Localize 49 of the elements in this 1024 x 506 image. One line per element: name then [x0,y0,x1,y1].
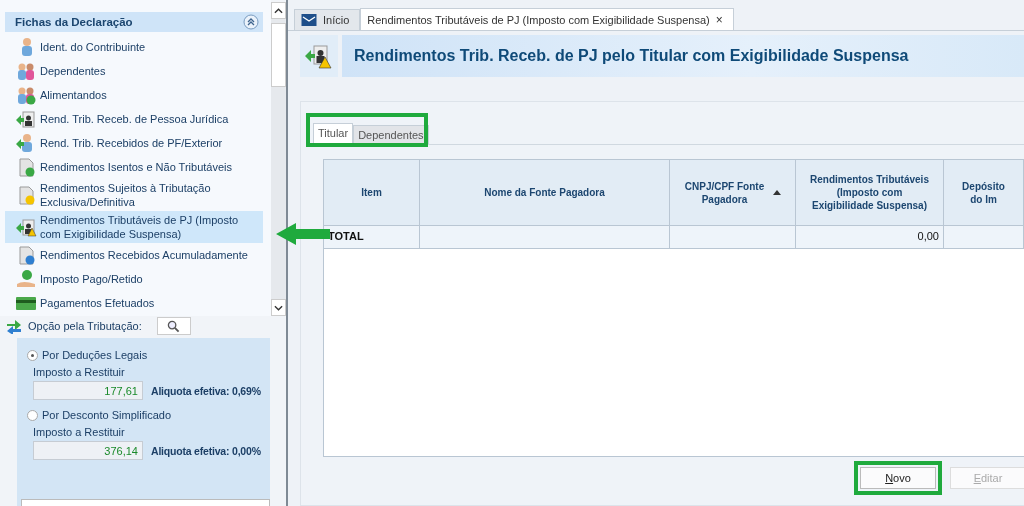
rate-text: Aliquota efetiva: 0,00% [151,444,261,457]
arrows-icon [5,318,23,334]
sidebar-item[interactable]: Imposto Pago/Retido [5,267,263,291]
option-label: Opção pela Tributação: [28,320,142,332]
scrollbar[interactable] [271,2,286,316]
column-header[interactable]: Depósito do Im [944,160,1024,225]
sidebar-item[interactable]: Rendimentos Sujeitos à Tributação Exclusiva/Definitiva [5,179,263,211]
sidebar-item[interactable]: Rendimentos Tributáveis de PJ (Imposto com Exigibilidade Suspensa) [5,211,263,243]
tab[interactable]: Início [294,9,361,30]
rate-text: Aliquota efetiva: 0,69% [151,384,261,397]
field-label: Imposto a Restituir [33,426,126,438]
annotation-arrow [276,223,330,245]
radio-label[interactable]: Por Deduções Legais [42,349,148,361]
scrollbar-thumb[interactable] [271,23,286,87]
tab[interactable]: Titular [313,123,354,144]
column-header[interactable]: Nome da Fonte Pagadora [420,160,670,225]
sidebar-item[interactable]: Rendimentos Isentos e Não Tributáveis [5,155,263,179]
person-icon [15,217,37,237]
radio-label[interactable]: Por Desconto Simplificado [42,409,171,421]
chevron-up-icon[interactable] [274,7,283,14]
person-icon [15,109,37,129]
close-button[interactable]: × [715,12,723,27]
search-button[interactable] [156,317,191,335]
sidebar-item[interactable]: Rendimentos Recebidos Acumuladamente [5,243,263,267]
sidebar-item[interactable]: Ident. do Contribuinte [5,35,263,59]
search-icon [167,319,181,333]
column-header[interactable]: Rendimentos Tributáveis (Imposto com Exigibilidade Suspensa) [796,160,944,225]
column-header[interactable]: CNPJ/CPF Fonte Pagadora [670,160,796,225]
sidebar-item[interactable]: Rend. Trib. Recebidos de PF/Exterior [5,131,263,155]
person-icon [15,61,37,81]
envelope-icon [301,13,317,27]
sidebar-item[interactable]: Rend. Trib. Receb. de Pessoa Jurídica [5,107,263,131]
collapse-icon[interactable] [243,14,259,30]
sidebar-item[interactable]: Alimentandos [5,83,263,107]
person-icon [15,85,37,105]
chevron-down-icon[interactable] [274,304,283,311]
section-title: Fichas da Declaração [15,16,133,28]
radio-button[interactable] [27,349,38,361]
page-title: Rendimentos Trib. Receb. de PJ pelo Titular com Exigibilidade Suspensa [354,47,909,65]
column-header[interactable]: Item [324,160,420,225]
tab[interactable]: Rendimentos Tributáveis de PJ (Imposto com Exigibilidade Suspensa) × [360,8,734,30]
sidebar-item[interactable]: Pagamentos Efetuados [5,291,263,315]
field-label: Imposto a Restituir [33,366,126,378]
sidebar-item[interactable]: Dependentes [5,59,263,83]
amount-field[interactable]: 177,61 [33,381,143,400]
radio-button[interactable] [27,409,38,421]
coin-hand-icon [15,269,37,289]
table-cell: 0,00 [796,226,944,248]
amount-field[interactable]: 376,14 [33,441,143,460]
